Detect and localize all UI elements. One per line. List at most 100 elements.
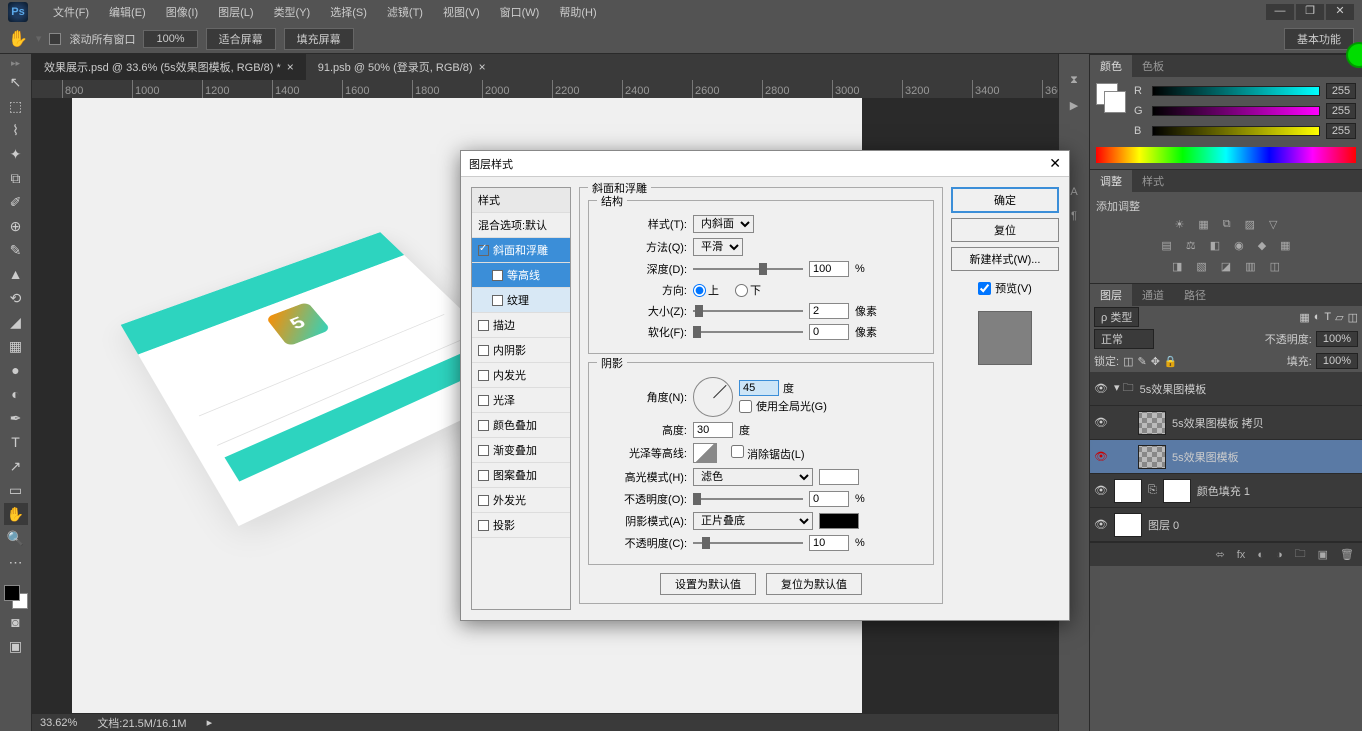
angle-input[interactable]: [739, 380, 779, 396]
tab-close-icon[interactable]: ×: [287, 60, 294, 74]
g-value[interactable]: 255: [1326, 103, 1356, 119]
layer-row[interactable]: 👁 5s效果图模板: [1090, 440, 1362, 474]
window-minimize[interactable]: —: [1266, 4, 1294, 20]
r-value[interactable]: 255: [1326, 83, 1356, 99]
path-tool[interactable]: ↗: [4, 455, 28, 477]
sh-opacity-input[interactable]: [809, 535, 849, 551]
zoom-100-button[interactable]: 100%: [143, 30, 197, 48]
texture-checkbox[interactable]: [492, 295, 503, 306]
bevel-item[interactable]: 斜面和浮雕: [472, 238, 570, 263]
edit-toolbar[interactable]: ⋯: [4, 551, 28, 573]
tab-swatches[interactable]: 色板: [1132, 55, 1174, 77]
size-input[interactable]: [809, 303, 849, 319]
cancel-button[interactable]: 复位: [951, 218, 1059, 242]
eraser-tool[interactable]: ◢: [4, 311, 28, 333]
zoom-level[interactable]: 33.62%: [40, 717, 77, 729]
grad-overlay-item[interactable]: 渐变叠加: [472, 438, 570, 463]
lock-pixel-icon[interactable]: ✎: [1137, 355, 1146, 368]
menu-window[interactable]: 窗口(W): [490, 4, 550, 20]
satin-checkbox[interactable]: [478, 395, 489, 406]
layer-thumb[interactable]: [1114, 479, 1142, 503]
pattern-overlay-checkbox[interactable]: [478, 470, 489, 481]
ruler-horizontal[interactable]: 800 1000 1200 1400 1600 1800 2000 2200 2…: [32, 80, 1058, 98]
inner-glow-checkbox[interactable]: [478, 370, 489, 381]
gradient-tool[interactable]: ▦: [4, 335, 28, 357]
brightness-icon[interactable]: ☀: [1174, 218, 1184, 231]
invert-icon[interactable]: ◨: [1172, 260, 1182, 273]
crop-tool[interactable]: ⧉: [4, 167, 28, 189]
tab-adjustments[interactable]: 调整: [1090, 170, 1132, 192]
vibrance-icon[interactable]: ▽: [1269, 218, 1277, 231]
b-value[interactable]: 255: [1326, 123, 1356, 139]
visibility-icon[interactable]: 👁: [1094, 518, 1108, 531]
layer-row[interactable]: 👁 ⎘ 颜色填充 1: [1090, 474, 1362, 508]
window-close[interactable]: ✕: [1326, 4, 1354, 20]
styles-header[interactable]: 样式: [472, 188, 570, 213]
inner-shadow-item[interactable]: 内阴影: [472, 338, 570, 363]
stroke-item[interactable]: 描边: [472, 313, 570, 338]
shadow-color[interactable]: [819, 513, 859, 529]
tab-close-icon[interactable]: ×: [479, 60, 486, 74]
photo-icon[interactable]: ◉: [1234, 239, 1244, 252]
layer-name[interactable]: 5s效果图模板: [1172, 449, 1239, 465]
layer-thumb[interactable]: [1138, 411, 1166, 435]
mixer-icon[interactable]: ◆: [1258, 239, 1266, 252]
blend-options-item[interactable]: 混合选项:默认: [472, 213, 570, 238]
play-icon[interactable]: ▶: [1070, 99, 1078, 112]
brush-tool[interactable]: ✎: [4, 239, 28, 261]
poster-icon[interactable]: ▧: [1196, 260, 1206, 273]
layer-row[interactable]: 👁 图层 0: [1090, 508, 1362, 542]
antialias-checkbox[interactable]: [731, 445, 744, 458]
soften-slider[interactable]: [693, 331, 803, 333]
texture-item[interactable]: 纹理: [472, 288, 570, 313]
highlight-mode-select[interactable]: 滤色: [693, 468, 813, 486]
dir-down-radio[interactable]: [735, 284, 748, 297]
spectrum-bar[interactable]: [1096, 147, 1356, 163]
window-maximize[interactable]: ❐: [1296, 4, 1324, 20]
sh-opacity-slider[interactable]: [693, 542, 803, 544]
screenmode-toggle[interactable]: ▣: [4, 635, 28, 657]
group-icon[interactable]: 🗀: [1295, 545, 1306, 564]
drop-shadow-checkbox[interactable]: [478, 520, 489, 531]
menu-view[interactable]: 视图(V): [433, 4, 490, 20]
style-select[interactable]: 内斜面: [693, 215, 754, 233]
type-tool[interactable]: T: [4, 431, 28, 453]
b-slider[interactable]: [1152, 126, 1320, 136]
para-icon[interactable]: ¶: [1071, 210, 1077, 222]
tab-paths[interactable]: 路径: [1174, 284, 1216, 306]
fx-icon[interactable]: fx: [1237, 549, 1246, 561]
color-swatches[interactable]: [4, 585, 28, 609]
color-overlay-checkbox[interactable]: [478, 420, 489, 431]
contour-checkbox[interactable]: [492, 270, 503, 281]
lut-icon[interactable]: ▦: [1280, 239, 1290, 252]
workspace-button[interactable]: 基本功能: [1284, 28, 1354, 50]
g-slider[interactable]: [1152, 106, 1320, 116]
color-overlay-item[interactable]: 颜色叠加: [472, 413, 570, 438]
tab-color[interactable]: 颜色: [1090, 55, 1132, 77]
hue-icon[interactable]: ▤: [1161, 239, 1171, 252]
menu-select[interactable]: 选择(S): [320, 4, 377, 20]
highlight-color[interactable]: [819, 469, 859, 485]
new-style-button[interactable]: 新建样式(W)...: [951, 247, 1059, 271]
scroll-all-checkbox[interactable]: [49, 33, 61, 45]
marquee-tool[interactable]: ⬚: [4, 95, 28, 117]
layer-row[interactable]: 👁 5s效果图模板 拷贝: [1090, 406, 1362, 440]
ok-button[interactable]: 确定: [951, 187, 1059, 213]
menu-help[interactable]: 帮助(H): [549, 4, 606, 20]
filter-smart-icon[interactable]: ◫: [1348, 311, 1358, 324]
eyedropper-tool[interactable]: ✐: [4, 191, 28, 213]
menu-edit[interactable]: 编辑(E): [99, 4, 156, 20]
menu-file[interactable]: 文件(F): [43, 4, 99, 20]
shadow-mode-select[interactable]: 正片叠底: [693, 512, 813, 530]
filter-pixel-icon[interactable]: ▦: [1299, 311, 1309, 324]
lasso-tool[interactable]: ⌇: [4, 119, 28, 141]
mask-icon[interactable]: ◐: [1257, 549, 1264, 561]
stamp-tool[interactable]: ▲: [4, 263, 28, 285]
foreground-color[interactable]: [4, 585, 20, 601]
drop-shadow-item[interactable]: 投影: [472, 513, 570, 538]
hl-opacity-input[interactable]: [809, 491, 849, 507]
filter-shape-icon[interactable]: ▱: [1335, 311, 1343, 324]
menu-type[interactable]: 类型(Y): [264, 4, 321, 20]
lock-pos-icon[interactable]: ✥: [1151, 355, 1160, 368]
trash-icon[interactable]: 🗑: [1340, 548, 1354, 561]
